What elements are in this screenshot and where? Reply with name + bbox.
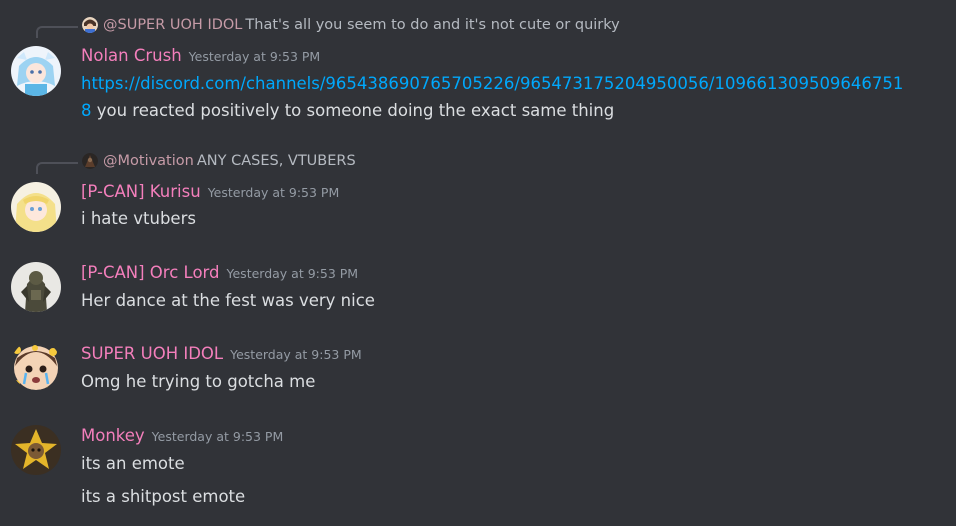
message-text: i hate vtubers: [81, 209, 196, 228]
avatar[interactable]: [11, 425, 61, 475]
message-text: its a shitpost emote: [81, 487, 246, 506]
reply-preview[interactable]: @SUPER UOH IDOL That's all you seem to do…: [0, 15, 700, 38]
timestamp[interactable]: Yesterday at 9:53 PM: [227, 266, 359, 281]
avatar[interactable]: [11, 182, 61, 232]
reply-username[interactable]: @Motivation: [103, 153, 194, 169]
reply-text[interactable]: @Motivation ANY CASES, VTUBERS: [103, 151, 356, 171]
avatar[interactable]: [11, 262, 61, 312]
reply-username[interactable]: @SUPER UOH IDOL: [103, 17, 242, 33]
reply-text[interactable]: @SUPER UOH IDOL That's all you seem to do…: [103, 15, 620, 35]
username[interactable]: Nolan Crush: [81, 46, 182, 65]
message-link[interactable]: https://discord.com/channels/96543869076…: [81, 74, 903, 93]
avatar[interactable]: [11, 340, 61, 390]
timestamp[interactable]: Yesterday at 9:53 PM: [189, 49, 321, 64]
reply-spine: [36, 26, 78, 38]
reply-spine: [36, 162, 78, 174]
avatar[interactable]: [11, 46, 61, 96]
reply-preview[interactable]: @Motivation ANY CASES, VTUBERS: [0, 151, 400, 174]
username[interactable]: Monkey: [81, 426, 145, 445]
message-text-after-link: you reacted positively to someone doing …: [91, 101, 615, 120]
reply-avatar[interactable]: [82, 153, 98, 169]
username[interactable]: [P-CAN] Kurisu: [81, 182, 201, 201]
message-header: [P-CAN] Orc Lord Yesterday at 9:53 PM: [81, 262, 358, 285]
timestamp[interactable]: Yesterday at 9:53 PM: [152, 429, 284, 444]
message-header: [P-CAN] Kurisu Yesterday at 9:53 PM: [81, 181, 339, 204]
message-text: its an emote: [81, 454, 185, 473]
message-text: Omg he trying to gotcha me: [81, 372, 316, 391]
username[interactable]: [P-CAN] Orc Lord: [81, 263, 220, 282]
reply-avatar[interactable]: [82, 17, 98, 33]
reply-content: ANY CASES, VTUBERS: [196, 153, 356, 169]
message-header: Nolan Crush Yesterday at 9:53 PM: [81, 45, 320, 68]
message-text: 8 you reacted positively to someone doin…: [81, 97, 614, 124]
timestamp[interactable]: Yesterday at 9:53 PM: [230, 347, 362, 362]
message-orc-lord: [P-CAN] Orc Lord Yesterday at 9:53 PM Her…: [0, 262, 956, 322]
message-nolan-crush: @SUPER UOH IDOL That's all you seem to do…: [0, 14, 956, 126]
message-text: Her dance at the fest was very nice: [81, 291, 375, 310]
reply-content: That's all you seem to do and it's not c…: [245, 17, 620, 33]
message-super-uoh-idol: SUPER UOH IDOL Yesterday at 9:53 PM Omg h…: [0, 343, 956, 403]
message-monkey: Monkey Yesterday at 9:53 PM its an emote …: [0, 425, 956, 515]
message-header: Monkey Yesterday at 9:53 PM: [81, 425, 283, 448]
message-header: SUPER UOH IDOL Yesterday at 9:53 PM: [81, 343, 362, 366]
message-link-continued[interactable]: 8: [81, 101, 92, 120]
message-kurisu: @Motivation ANY CASES, VTUBERS [P-CAN] Ku…: [0, 150, 956, 235]
timestamp[interactable]: Yesterday at 9:53 PM: [208, 185, 340, 200]
message-text: https://discord.com/channels/96543869076…: [81, 70, 903, 97]
username[interactable]: SUPER UOH IDOL: [81, 344, 223, 363]
